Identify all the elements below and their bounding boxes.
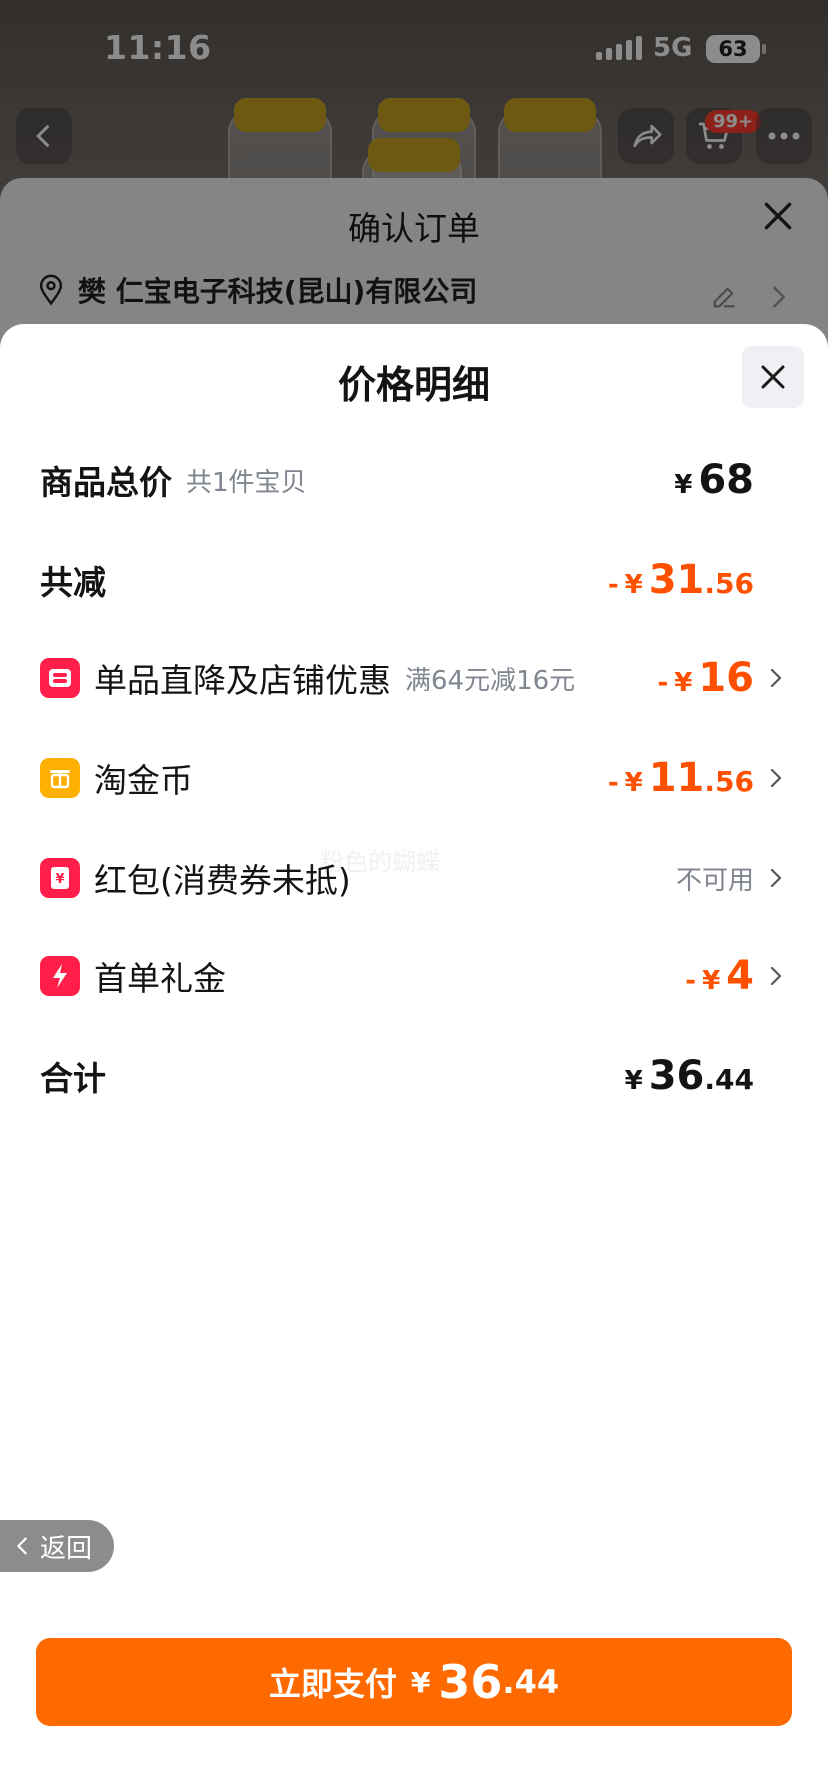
item-count: 共1件宝贝 <box>186 467 307 498</box>
close-icon <box>761 365 785 389</box>
pay-amount-int: 36 <box>438 1655 503 1709</box>
coins-amount: - ¥11.56 <box>607 755 754 801</box>
discount-row-first-order[interactable]: 首单礼金 - ¥4 <box>40 946 788 1006</box>
back-button[interactable]: 返回 <box>0 1520 114 1572</box>
price-detail-title: 价格明细 <box>337 363 490 407</box>
discount-row-shop[interactable]: 单品直降及店铺优惠 满64元减16元 - ¥16 <box>40 648 788 708</box>
red-packet-unavailable: 不可用 <box>675 865 754 896</box>
discount-amount: - ¥16 <box>657 655 754 701</box>
discount-row-coins[interactable]: 淘金币 - ¥11.56 <box>40 748 788 808</box>
discount-sub: 满64元减16元 <box>405 665 576 696</box>
first-order-label: 首单礼金 <box>94 959 226 998</box>
red-packet-label: 红包(消费券未抵) <box>94 861 351 900</box>
pay-now-label: 立即支付 <box>268 1665 397 1703</box>
chevron-right-icon <box>770 868 782 888</box>
chevron-right-icon <box>770 768 782 788</box>
price-detail-sheet: 价格明细 商品总价 共1件宝贝 ¥68 共减 - ¥31.56 单品直降及店铺优惠… <box>0 324 828 1792</box>
svg-text:¥: ¥ <box>55 872 64 887</box>
total-reduction-amount: - ¥31.56 <box>607 557 754 603</box>
pay-now-button[interactable]: 立即支付 ¥ 36 .44 <box>36 1638 792 1726</box>
back-label: 返回 <box>40 1533 93 1564</box>
first-order-amount: - ¥4 <box>685 953 754 999</box>
grand-total-label: 合计 <box>40 1059 106 1098</box>
red-packet-icon: ¥ <box>40 858 80 898</box>
first-order-gift-icon <box>40 956 80 996</box>
pay-amount-dec: .44 <box>502 1663 560 1701</box>
coin-icon <box>40 758 80 798</box>
discount-label: 单品直降及店铺优惠 <box>94 661 391 700</box>
total-reduction-label: 共减 <box>40 563 106 602</box>
watermark: 粉色的蝴蝶 <box>320 848 440 876</box>
chevron-left-icon <box>17 1537 27 1555</box>
close-button[interactable] <box>742 346 804 408</box>
chevron-right-icon <box>770 966 782 986</box>
coins-label: 淘金币 <box>94 761 193 800</box>
chevron-right-icon <box>770 668 782 688</box>
total-reduction-row: 共减 - ¥31.56 <box>40 550 788 610</box>
total-goods-label: 商品总价 <box>40 463 172 502</box>
grand-total-row: 合计 ¥36.44 <box>40 1046 788 1106</box>
shop-discount-icon <box>40 658 80 698</box>
grand-total-amount: ¥36.44 <box>624 1053 754 1099</box>
total-goods-row: 商品总价 共1件宝贝 ¥68 <box>40 450 788 510</box>
pay-currency: ¥ <box>410 1665 431 1699</box>
total-goods-amount: ¥68 <box>674 457 754 503</box>
